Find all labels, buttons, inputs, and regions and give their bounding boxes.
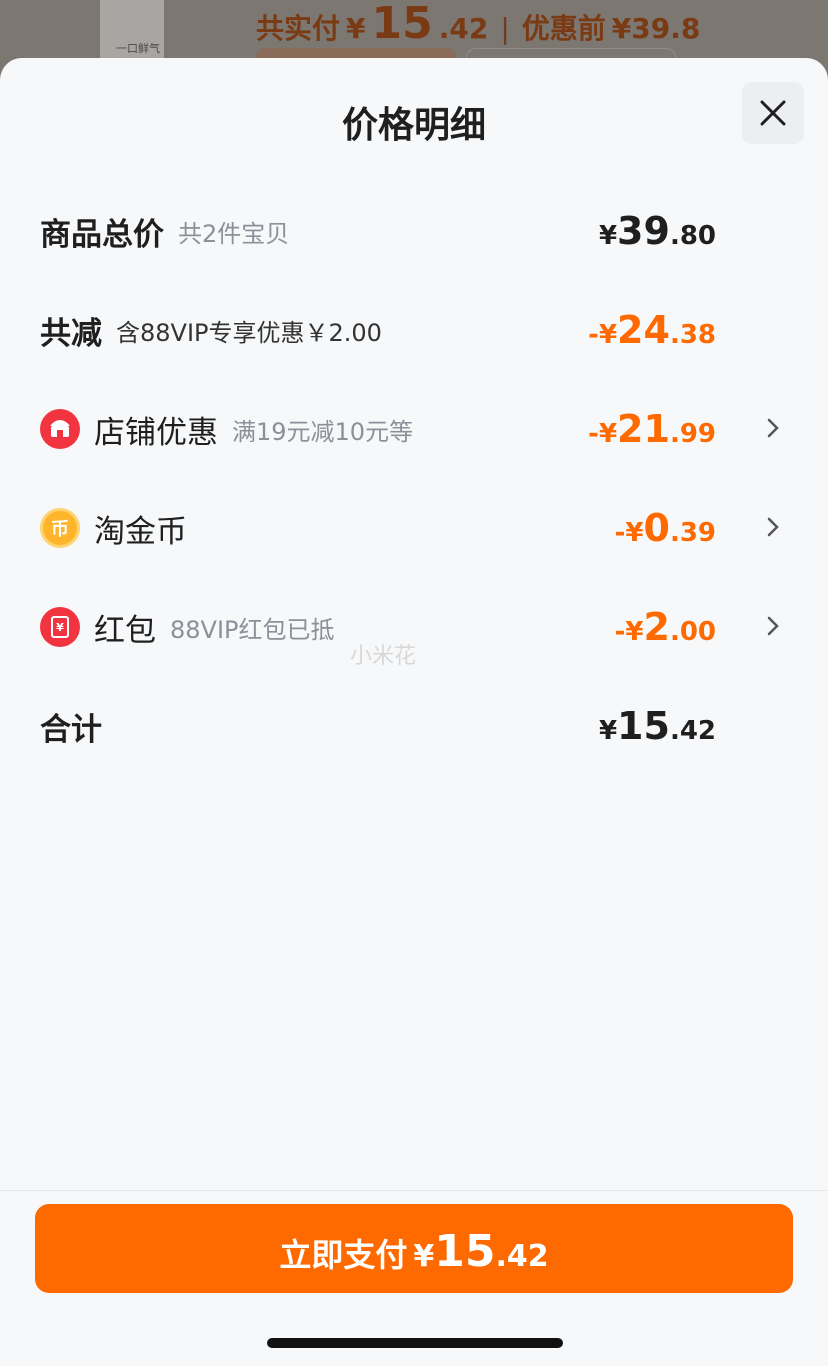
row-taojinbi[interactable]: 币 淘金币 -¥ 0.39 [40,498,788,558]
amount-red-packet: -¥ 2.00 [614,605,716,649]
price-detail-sheet: 价格明细 商品总价 共2件宝贝 ¥39.80 共减 含88VIP专享优惠￥2.0… [0,58,828,1366]
row-label: 合计 [40,711,102,748]
row-total-reduction: 共减 含88VIP专享优惠￥2.00 -¥ 24.38 [40,300,788,360]
amount-reduction: -¥ 24.38 [588,308,716,352]
row-sub: 共2件宝贝 [178,219,290,248]
row-total-price: 商品总价 共2件宝贝 ¥39.80 [40,201,788,261]
amount-total: ¥39.80 [598,209,716,253]
amount-store-discount: -¥ 21.99 [588,407,716,451]
row-sub: 满19元减10元等 [232,417,414,446]
pay-now-button[interactable]: 立即支付 ¥15.42 [35,1204,793,1293]
chevron-right-icon [767,418,779,438]
close-icon [760,100,786,126]
row-sub: 88VIP红包已抵 [170,615,335,644]
store-icon [40,409,80,449]
row-sub: 含88VIP专享优惠￥2.00 [116,318,382,347]
row-store-discount[interactable]: 店铺优惠 满19元减10元等 -¥ 21.99 [40,399,788,459]
sheet-title: 价格明细 [341,105,486,146]
amount-taojinbi: -¥ 0.39 [614,506,716,550]
row-label: 店铺优惠 [94,414,218,451]
chevron-right-icon [767,517,779,537]
chevron-right-icon [767,616,779,636]
row-label: 淘金币 [94,513,187,550]
footer-divider [0,1190,828,1191]
product-thumbnail-label: 一口鲜气 [116,42,160,55]
home-indicator[interactable] [267,1338,563,1348]
close-button[interactable] [742,82,804,144]
watermark: 小米花 [350,644,417,669]
amount-sum: ¥15.42 [598,704,716,748]
background-price: 共实付 ¥ 15.42 | 优惠前 ¥39.8 [256,0,701,49]
row-label: 商品总价 [40,216,164,253]
row-sum: 合计 ¥15.42 [40,696,788,756]
row-label: 共减 [40,315,102,352]
red-packet-icon: ¥ [40,607,80,647]
row-label: 红包 [94,612,156,649]
coin-icon: 币 [40,508,80,548]
